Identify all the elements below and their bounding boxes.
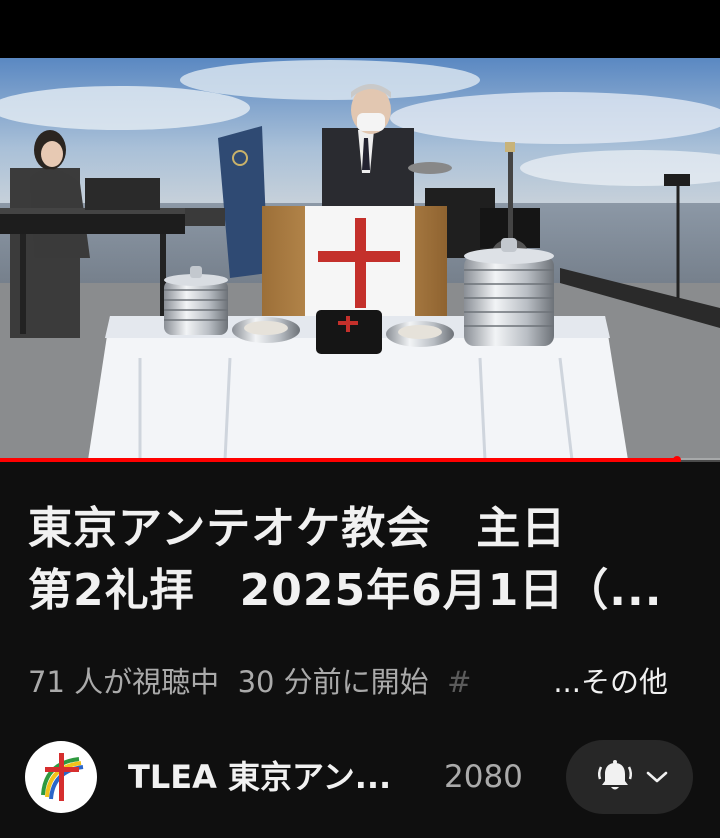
video-frame [0, 58, 720, 460]
church-logo-icon [41, 753, 84, 801]
status-bar [0, 0, 720, 58]
start-time: 30 分前に開始 [237, 665, 429, 699]
subscriber-count: 2080 [444, 759, 523, 795]
video-title[interactable]: 東京アンテオケ教会 主日 第2礼拝 2025年6月1日（... [28, 498, 698, 622]
notification-bell-button[interactable] [566, 740, 693, 814]
video-title-line-2: 第2礼拝 2025年6月1日（... [28, 565, 663, 616]
viewer-count: 71 人が視聴中 [28, 665, 220, 699]
video-player[interactable] [0, 58, 720, 460]
more-link[interactable]: ...その他 [539, 660, 668, 704]
video-meta[interactable]: 71 人が視聴中 30 分前に開始 # ...その他 [28, 660, 688, 704]
channel-name[interactable]: TLEA 東京アン... [128, 753, 433, 801]
video-title-line-1: 東京アンテオケ教会 主日 [28, 503, 567, 554]
channel-row: TLEA 東京アン... 2080 [0, 735, 720, 819]
chevron-down-icon [646, 771, 668, 783]
hashtag: # [447, 665, 472, 699]
channel-avatar[interactable] [25, 741, 97, 813]
bell-ring-icon [597, 760, 633, 790]
